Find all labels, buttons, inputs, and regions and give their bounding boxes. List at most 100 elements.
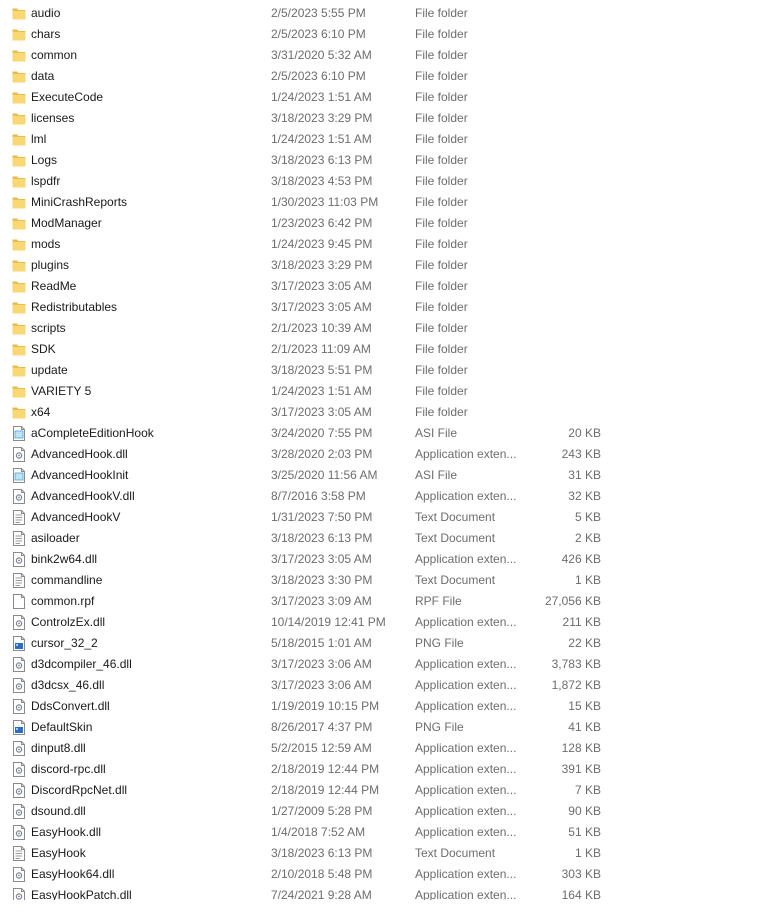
file-name: ExecuteCode [31, 90, 104, 104]
file-row[interactable]: aCompleteEditionHook 3/24/2020 7:55 PM A… [0, 423, 762, 444]
file-size: 90 KB [568, 804, 601, 818]
file-row[interactable]: data 2/5/2023 6:10 PM File folder [0, 66, 762, 87]
file-size: 1,872 KB [551, 678, 601, 692]
file-row[interactable]: licenses 3/18/2023 3:29 PM File folder [0, 108, 762, 129]
file-row[interactable]: ControlzEx.dll 10/14/2019 12:41 PM Appli… [0, 612, 762, 633]
file-size: 51 KB [568, 825, 601, 839]
file-name: ReadMe [31, 279, 77, 293]
file-type: PNG File [415, 636, 464, 650]
file-name: dinput8.dll [31, 741, 86, 755]
file-size: 32 KB [568, 489, 601, 503]
file-type: ASI File [415, 426, 458, 440]
file-row[interactable]: common.rpf 3/17/2023 3:09 AM RPF File 27… [0, 591, 762, 612]
file-name: scripts [31, 321, 66, 335]
file-row[interactable]: EasyHook 3/18/2023 6:13 PM Text Document… [0, 843, 762, 864]
file-row[interactable]: bink2w64.dll 3/17/2023 3:05 AM Applicati… [0, 549, 762, 570]
file-date-modified: 3/17/2023 3:09 AM [271, 594, 372, 608]
file-row[interactable]: Redistributables 3/17/2023 3:05 AM File … [0, 297, 762, 318]
file-name: DiscordRpcNet.dll [31, 783, 128, 797]
file-row[interactable]: DdsConvert.dll 1/19/2019 10:15 PM Applic… [0, 696, 762, 717]
file-type: Text Document [415, 531, 496, 545]
file-type: ASI File [415, 468, 458, 482]
file-row[interactable]: mods 1/24/2023 9:45 PM File folder [0, 234, 762, 255]
file-name: aCompleteEditionHook [31, 426, 154, 440]
file-type: Application exten... [415, 762, 517, 776]
file-row[interactable]: discord-rpc.dll 2/18/2019 12:44 PM Appli… [0, 759, 762, 780]
file-row[interactable]: asiloader 3/18/2023 6:13 PM Text Documen… [0, 528, 762, 549]
file-size: 211 KB [562, 615, 601, 629]
file-row[interactable]: ExecuteCode 1/24/2023 1:51 AM File folde… [0, 87, 762, 108]
file-row[interactable]: AdvancedHookInit 3/25/2020 11:56 AM ASI … [0, 465, 762, 486]
file-row[interactable]: dsound.dll 1/27/2009 5:28 PM Application… [0, 801, 762, 822]
file-row[interactable]: common 3/31/2020 5:32 AM File folder [0, 45, 762, 66]
file-row[interactable]: EasyHookPatch.dll 7/24/2021 9:28 AM Appl… [0, 885, 762, 900]
file-row[interactable]: d3dcsx_46.dll 3/17/2023 3:06 AM Applicat… [0, 675, 762, 696]
dll-file-icon [12, 804, 26, 819]
file-type: File folder [415, 321, 468, 335]
file-date-modified: 3/28/2020 2:03 PM [271, 447, 373, 461]
folder-icon [12, 237, 26, 252]
file-date-modified: 1/24/2023 1:51 AM [271, 132, 372, 146]
file-date-modified: 3/18/2023 3:29 PM [271, 111, 373, 125]
file-row[interactable]: x64 3/17/2023 3:05 AM File folder [0, 402, 762, 423]
dll-file-icon [12, 678, 26, 693]
file-row[interactable]: audio 2/5/2023 5:55 PM File folder [0, 3, 762, 24]
file-row[interactable]: plugins 3/18/2023 3:29 PM File folder [0, 255, 762, 276]
file-row[interactable]: SDK 2/1/2023 11:09 AM File folder [0, 339, 762, 360]
file-size: 15 KB [568, 699, 601, 713]
dll-file-icon [12, 615, 26, 630]
file-row[interactable]: DefaultSkin 8/26/2017 4:37 PM PNG File 4… [0, 717, 762, 738]
file-row[interactable]: lml 1/24/2023 1:51 AM File folder [0, 129, 762, 150]
file-row[interactable]: DiscordRpcNet.dll 2/18/2019 12:44 PM App… [0, 780, 762, 801]
dll-file-icon [12, 762, 26, 777]
png-file-icon [12, 636, 26, 651]
folder-icon [12, 342, 26, 357]
file-row[interactable]: commandline 3/18/2023 3:30 PM Text Docum… [0, 570, 762, 591]
file-type: File folder [415, 300, 468, 314]
file-row[interactable]: ModManager 1/23/2023 6:42 PM File folder [0, 213, 762, 234]
file-row[interactable]: dinput8.dll 5/2/2015 12:59 AM Applicatio… [0, 738, 762, 759]
file-row[interactable]: d3dcompiler_46.dll 3/17/2023 3:06 AM App… [0, 654, 762, 675]
file-type: Application exten... [415, 741, 517, 755]
dll-file-icon [12, 741, 26, 756]
file-row[interactable]: cursor_32_2 5/18/2015 1:01 AM PNG File 2… [0, 633, 762, 654]
file-date-modified: 3/18/2023 6:13 PM [271, 846, 373, 860]
file-type: File folder [415, 132, 468, 146]
file-row[interactable]: ReadMe 3/17/2023 3:05 AM File folder [0, 276, 762, 297]
file-row[interactable]: EasyHook.dll 1/4/2018 7:52 AM Applicatio… [0, 822, 762, 843]
file-row[interactable]: Logs 3/18/2023 6:13 PM File folder [0, 150, 762, 171]
file-type: File folder [415, 111, 468, 125]
asi-file-icon [12, 426, 26, 441]
file-name: audio [31, 6, 61, 20]
dll-file-icon [12, 825, 26, 840]
file-date-modified: 2/5/2023 6:10 PM [271, 27, 366, 41]
file-date-modified: 3/17/2023 3:05 AM [271, 300, 372, 314]
file-date-modified: 1/4/2018 7:52 AM [271, 825, 366, 839]
file-row[interactable]: AdvancedHookV.dll 8/7/2016 3:58 PM Appli… [0, 486, 762, 507]
file-row[interactable]: AdvancedHookV 1/31/2023 7:50 PM Text Doc… [0, 507, 762, 528]
file-row[interactable]: EasyHook64.dll 2/10/2018 5:48 PM Applica… [0, 864, 762, 885]
file-row[interactable]: AdvancedHook.dll 3/28/2020 2:03 PM Appli… [0, 444, 762, 465]
file-row[interactable]: update 3/18/2023 5:51 PM File folder [0, 360, 762, 381]
file-date-modified: 3/18/2023 3:29 PM [271, 258, 373, 272]
folder-icon [12, 363, 26, 378]
folder-icon [12, 279, 26, 294]
folder-icon [12, 258, 26, 273]
file-row[interactable]: MiniCrashReports 1/30/2023 11:03 PM File… [0, 192, 762, 213]
file-row[interactable]: chars 2/5/2023 6:10 PM File folder [0, 24, 762, 45]
file-type: File folder [415, 363, 468, 377]
file-row[interactable]: VARIETY 5 1/24/2023 1:51 AM File folder [0, 381, 762, 402]
folder-icon [12, 153, 26, 168]
file-name: VARIETY 5 [31, 384, 92, 398]
dll-file-icon [12, 489, 26, 504]
file-date-modified: 3/17/2023 3:06 AM [271, 678, 372, 692]
file-type: Application exten... [415, 867, 517, 881]
file-size: 243 KB [561, 447, 601, 461]
file-row[interactable]: scripts 2/1/2023 10:39 AM File folder [0, 318, 762, 339]
file-name: x64 [31, 405, 51, 419]
file-type: File folder [415, 195, 468, 209]
file-date-modified: 3/31/2020 5:32 AM [271, 48, 372, 62]
dll-file-icon [12, 867, 26, 882]
file-row[interactable]: lspdfr 3/18/2023 4:53 PM File folder [0, 171, 762, 192]
file-name: common [31, 48, 78, 62]
